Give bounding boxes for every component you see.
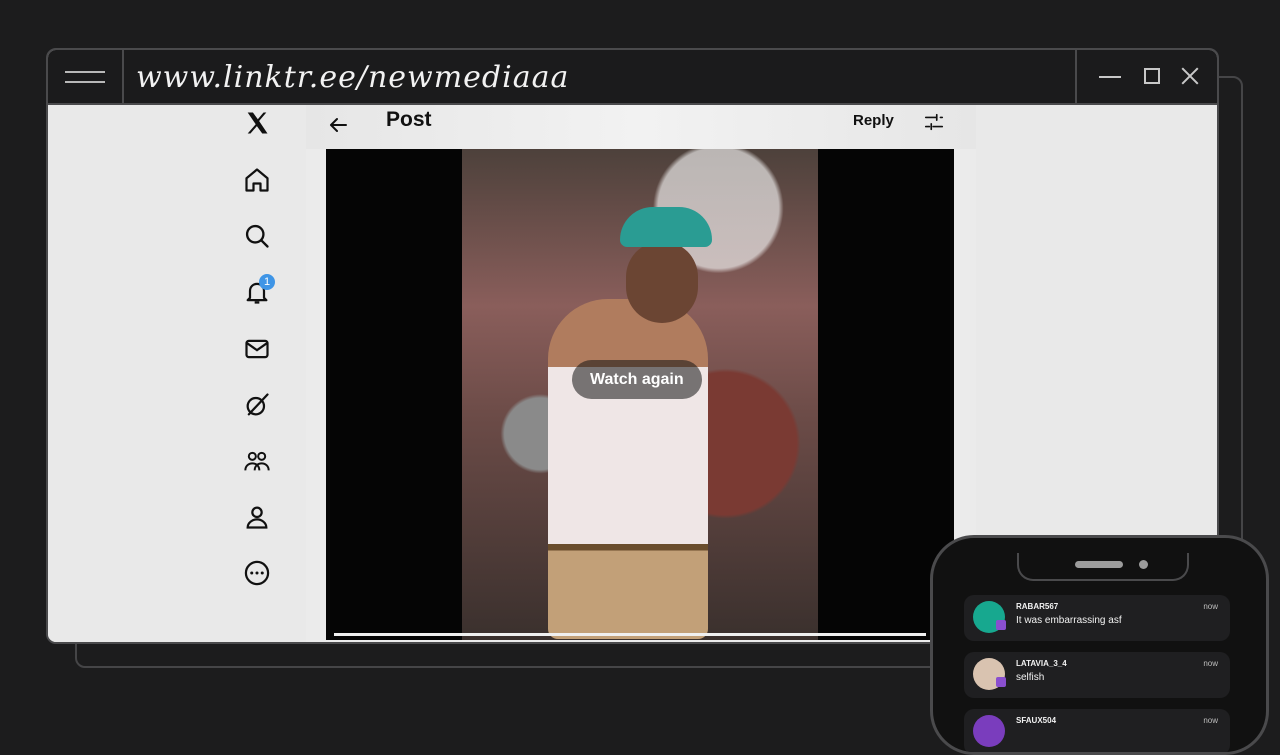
performer-figure <box>548 299 708 639</box>
maximize-button[interactable] <box>1141 65 1163 87</box>
grok-icon[interactable] <box>239 387 275 423</box>
chat-time: now <box>1203 716 1218 725</box>
page-title: Post <box>386 108 432 131</box>
subscriber-badge-icon <box>996 677 1006 687</box>
profile-icon[interactable] <box>239 499 275 535</box>
phone-notch <box>1017 553 1189 581</box>
minimize-button[interactable] <box>1099 65 1121 87</box>
chat-message: SFAUX504 now <box>964 709 1230 752</box>
hamburger-menu-button[interactable] <box>48 50 124 103</box>
chat-username: RABAR567 <box>1016 602 1059 611</box>
performer-head <box>626 241 698 323</box>
watch-again-button[interactable]: Watch again <box>572 360 702 399</box>
communities-icon[interactable] <box>239 443 275 479</box>
post-header: Post Reply <box>306 105 976 149</box>
phone-overlay: RABAR567 It was embarrassing asf now LAT… <box>930 535 1269 755</box>
chat-username: LATAVIA_3_4 <box>1016 659 1067 668</box>
url-display[interactable]: www.linktr.ee/newmediaaa <box>136 56 569 100</box>
search-icon[interactable] <box>239 218 275 254</box>
notification-badge: 1 <box>259 274 275 290</box>
sidebar: 1 <box>48 105 306 642</box>
subscriber-badge-icon <box>996 620 1006 630</box>
phone-speaker <box>1075 561 1123 568</box>
title-bar: www.linktr.ee/newmediaaa <box>48 50 1217 105</box>
bell-icon[interactable]: 1 <box>239 274 275 310</box>
chat-text: selfish <box>1016 672 1045 683</box>
more-icon[interactable] <box>239 555 275 591</box>
window-controls <box>1075 50 1217 103</box>
performer-cap <box>620 207 712 247</box>
chat-message: LATAVIA_3_4 selfish now <box>964 652 1230 698</box>
chat-text: It was embarrassing asf <box>1016 615 1122 626</box>
x-logo-icon[interactable] <box>239 105 275 141</box>
phone-camera <box>1139 560 1148 569</box>
home-icon[interactable] <box>239 162 275 198</box>
reply-button[interactable]: Reply <box>853 112 894 129</box>
video-player[interactable]: Watch again <box>326 149 954 640</box>
main-column: Post Reply Watch again <box>306 105 976 642</box>
chat-time: now <box>1203 659 1218 668</box>
chat-message: RABAR567 It was embarrassing asf now <box>964 595 1230 641</box>
close-button[interactable] <box>1179 65 1201 87</box>
back-arrow-icon[interactable] <box>326 113 350 137</box>
mail-icon[interactable] <box>239 331 275 367</box>
chat-username: SFAUX504 <box>1016 716 1057 725</box>
sliders-icon[interactable] <box>923 111 945 133</box>
video-progress-bar[interactable] <box>334 633 926 636</box>
chat-time: now <box>1203 602 1218 611</box>
